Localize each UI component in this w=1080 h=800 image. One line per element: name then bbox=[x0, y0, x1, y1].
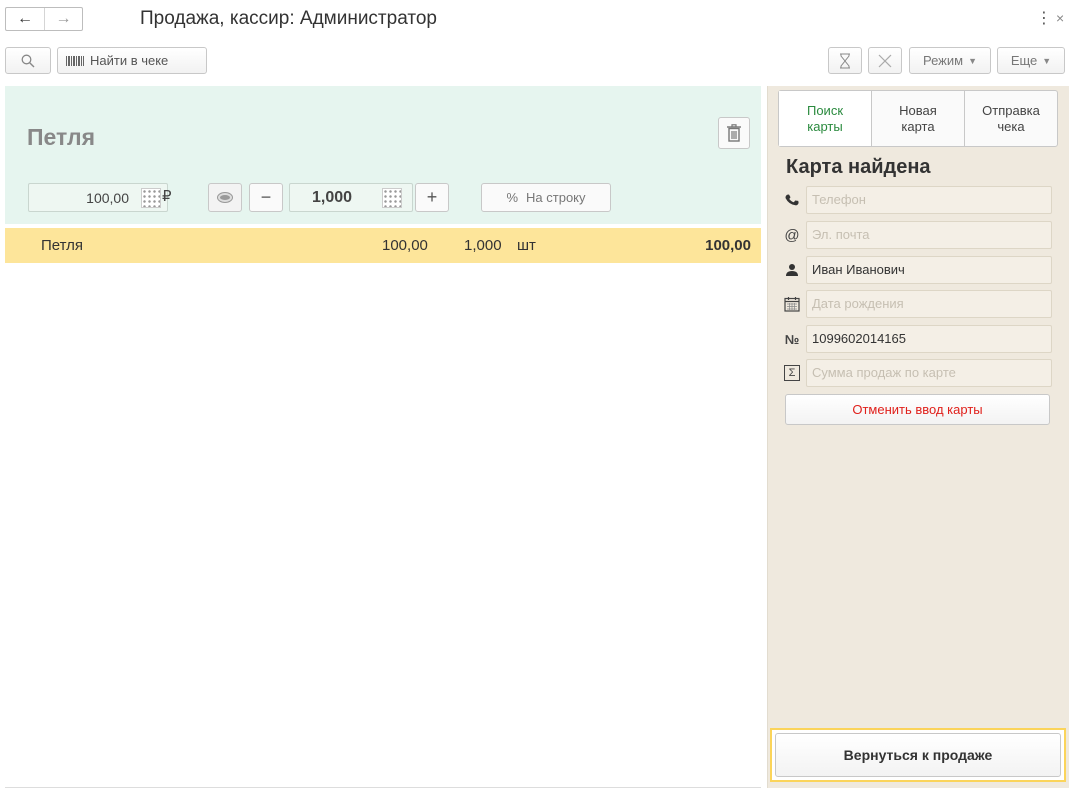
search-icon bbox=[21, 54, 35, 67]
currency-sign: ₽ bbox=[162, 188, 172, 205]
phone-icon bbox=[782, 190, 802, 210]
table-row[interactable]: Петля 100,00 1,000 шт 100,00 bbox=[5, 228, 761, 263]
mode-label: Режим bbox=[922, 53, 964, 68]
tab-new-card[interactable]: Новая карта bbox=[871, 91, 964, 146]
card-status-heading: Карта найдена bbox=[786, 156, 931, 178]
line-discount-label: На строку bbox=[526, 190, 586, 205]
increase-quantity-button[interactable]: + bbox=[415, 183, 449, 212]
barcode-icon bbox=[66, 55, 84, 66]
row-total: 100,00 bbox=[705, 237, 751, 254]
view-button[interactable] bbox=[208, 183, 242, 212]
current-product-panel: Петля 100,00 ₽ − 1,000 + % На строку bbox=[5, 86, 761, 224]
receipt-table: Петля 100,00 1,000 шт 100,00 bbox=[5, 228, 761, 788]
keypad-icon[interactable] bbox=[382, 188, 402, 208]
price-field[interactable]: 100,00 bbox=[28, 183, 168, 212]
sigma-symbol: Σ bbox=[784, 365, 800, 381]
calendar-icon bbox=[782, 294, 802, 314]
close-icon[interactable]: × bbox=[1056, 10, 1064, 26]
search-button[interactable] bbox=[5, 47, 51, 74]
arrow-left-icon: ← bbox=[17, 10, 33, 27]
card-number-row: № 1099602014165 bbox=[782, 325, 1054, 353]
owner-name-field[interactable]: Иван Иванович bbox=[806, 256, 1052, 284]
arrow-right-icon: → bbox=[55, 10, 72, 27]
window-title: Продажа, кассир: Администратор bbox=[140, 8, 437, 29]
row-quantity: 1,000 bbox=[464, 237, 502, 254]
cross-icon bbox=[878, 54, 892, 67]
cancel-receipt-button[interactable] bbox=[868, 47, 902, 74]
eye-icon bbox=[218, 193, 232, 202]
tab-card-search[interactable]: Поиск карты bbox=[779, 91, 871, 146]
navigation-buttons: ← → bbox=[5, 7, 83, 31]
more-label: Еще bbox=[1010, 53, 1038, 68]
number-sign-icon: № bbox=[784, 331, 800, 347]
more-options-icon[interactable]: ⋮ bbox=[1036, 8, 1052, 28]
percent-icon: % bbox=[506, 190, 519, 205]
sigma-icon: Σ bbox=[782, 363, 802, 383]
sales-sum-row: Σ Сумма продаж по карте bbox=[782, 359, 1054, 387]
product-name: Петля bbox=[27, 124, 96, 150]
keypad-icon[interactable] bbox=[141, 188, 161, 208]
row-price: 100,00 bbox=[382, 237, 428, 254]
card-number-field[interactable]: 1099602014165 bbox=[806, 325, 1052, 353]
hourglass-icon bbox=[840, 53, 850, 68]
chevron-down-icon: ▼ bbox=[1042, 55, 1052, 66]
birthdate-row: Дата рождения bbox=[782, 290, 1054, 318]
chevron-down-icon: ▼ bbox=[968, 55, 977, 66]
deferred-receipts-button[interactable] bbox=[828, 47, 862, 74]
sales-sum-field[interactable]: Сумма продаж по карте bbox=[806, 359, 1052, 387]
quantity-field[interactable]: 1,000 bbox=[289, 183, 413, 212]
mode-menu-button[interactable]: Режим ▼ bbox=[909, 47, 991, 74]
find-in-receipt-button[interactable]: Найти в чеке bbox=[57, 47, 207, 74]
phone-field[interactable]: Телефон bbox=[806, 186, 1052, 214]
decrease-quantity-button[interactable]: − bbox=[249, 183, 283, 212]
birthdate-field[interactable]: Дата рождения bbox=[806, 290, 1052, 318]
row-unit: шт bbox=[517, 237, 536, 254]
cancel-card-input-button[interactable]: Отменить ввод карты bbox=[785, 394, 1050, 425]
delete-line-button[interactable] bbox=[718, 117, 750, 149]
phone-row: Телефон bbox=[782, 186, 1054, 214]
email-row: @ Эл. почта bbox=[782, 221, 1054, 249]
quantity-value: 1,000 bbox=[312, 189, 353, 206]
back-button[interactable]: ← bbox=[6, 8, 44, 30]
trash-icon bbox=[727, 124, 741, 142]
at-sign-icon: @ bbox=[784, 226, 800, 244]
return-button-focus-frame: Вернуться к продаже bbox=[770, 728, 1066, 782]
card-tabs: Поиск карты Новая карта Отправка чека bbox=[778, 90, 1058, 147]
more-menu-button[interactable]: Еще ▼ bbox=[997, 47, 1065, 74]
tab-send-receipt[interactable]: Отправка чека bbox=[964, 91, 1057, 146]
email-field[interactable]: Эл. почта bbox=[806, 221, 1052, 249]
return-to-sale-button[interactable]: Вернуться к продаже bbox=[775, 733, 1061, 777]
row-name: Петля bbox=[41, 237, 84, 254]
owner-row: Иван Иванович bbox=[782, 256, 1054, 284]
line-discount-button[interactable]: % На строку bbox=[481, 183, 611, 212]
user-icon bbox=[782, 260, 802, 280]
loyalty-card-panel: Поиск карты Новая карта Отправка чека Ка… bbox=[767, 86, 1069, 788]
find-in-receipt-label: Найти в чеке bbox=[90, 53, 169, 68]
price-value: 100,00 bbox=[86, 190, 129, 206]
title-bar: ← → Продажа, кассир: Администратор ⋮ × bbox=[0, 0, 1080, 40]
forward-button[interactable]: → bbox=[44, 8, 82, 30]
